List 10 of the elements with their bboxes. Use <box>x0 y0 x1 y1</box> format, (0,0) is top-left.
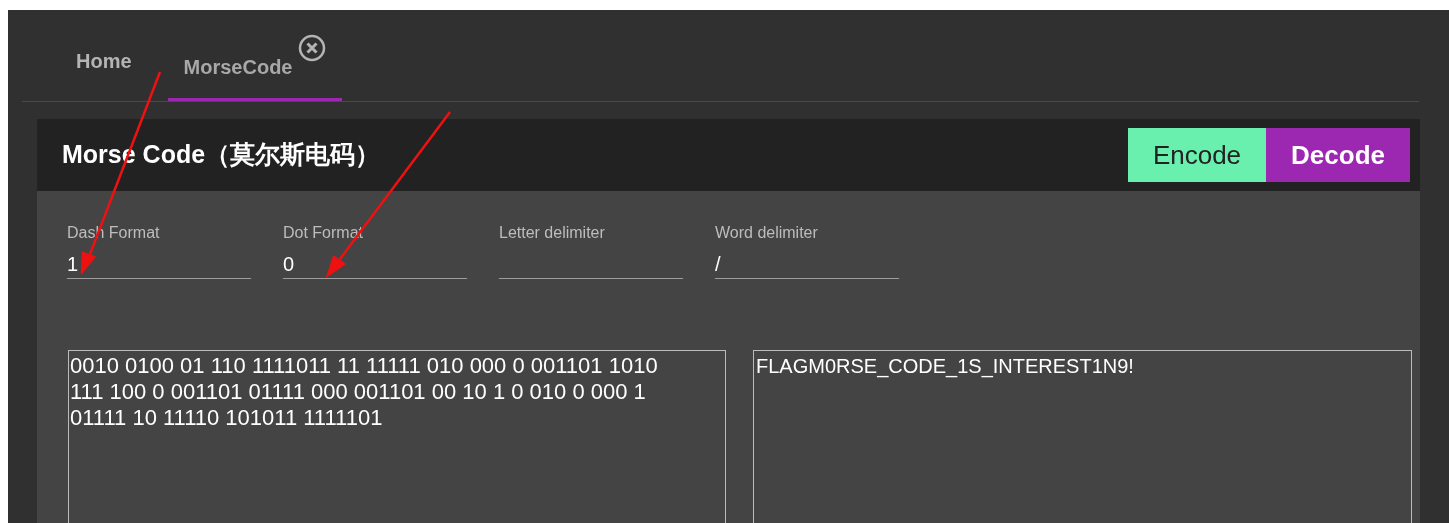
mode-button[interactable]: Decode <box>1266 128 1410 182</box>
input-textarea[interactable]: 0010 0100 01 110 1111011 11 11111 010 000 0 001101 1010 111 100 0 001101 01111 000 001101 00 10 1 0 010 0 000 1 01111 10 11110 101011 1111101 <box>68 350 726 523</box>
input-field[interactable]: / <box>715 243 899 279</box>
tab[interactable]: MorseCode <box>167 10 343 101</box>
close-icon[interactable] <box>298 34 327 62</box>
field-label: Letter delimiter <box>499 223 606 243</box>
field-label: Word delimiter <box>715 223 819 243</box>
tab[interactable]: Home <box>60 10 148 101</box>
output-textarea[interactable]: FLAGM0RSE_CODE_1S_INTEREST1N9! <box>753 350 1412 523</box>
mode-button[interactable]: Encode <box>1127 128 1267 182</box>
